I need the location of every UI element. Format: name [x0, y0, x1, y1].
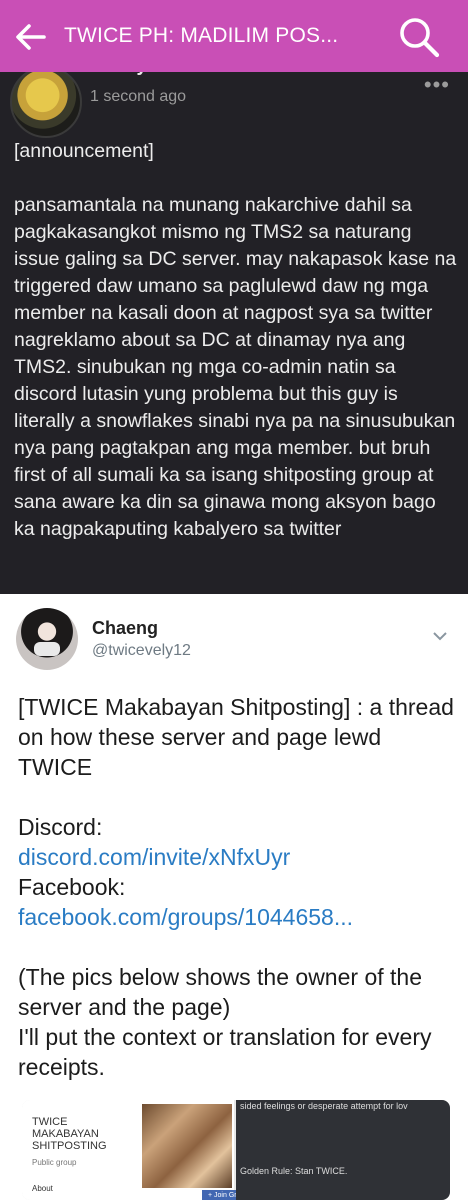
tweet-line: I'll put the context or translation for … [18, 1024, 432, 1080]
tweet-attachments: TWICE MAKABAYAN SHITPOSTING Public group… [22, 1100, 450, 1200]
search-icon[interactable] [398, 16, 440, 58]
post-timestamp: 1 second ago [90, 88, 187, 105]
avatar[interactable] [10, 66, 82, 138]
facebook-group-card: TWICE MAKABAYAN SHITPOSTING Public group… [22, 1100, 248, 1200]
discord-rule: Golden Rule: Stan TWICE. [240, 1166, 348, 1176]
discord-screenshot: sided feelings or desperate attempt for … [236, 1100, 450, 1200]
fb-group-type: Public group [32, 1158, 77, 1167]
discord-link: discord.com/invite/xNfxUyr [18, 844, 291, 870]
facebook-label: Facebook: [18, 874, 126, 900]
post: Ridley Leo 1 second ago ••• [announcemen… [0, 64, 468, 594]
tweet-text: [TWICE Makabayan Shitposting] : a thread… [18, 692, 458, 1082]
arrow-left-icon[interactable] [14, 22, 46, 52]
post-body: [announcement] pansamantala na munang na… [14, 140, 457, 540]
page-title: TWICE PH: MADILIM POS... [64, 24, 339, 47]
fb-group-title: TWICE MAKABAYAN SHITPOSTING [32, 1116, 107, 1152]
group-cover-image [142, 1104, 232, 1188]
more-options-icon[interactable]: ••• [424, 72, 450, 98]
app-bar: TWICE PH: MADILIM POS... [0, 0, 468, 72]
chevron-down-icon [433, 632, 447, 641]
tweet-author-handle: @twicevely12 [92, 642, 191, 659]
tweet-line: [TWICE Makabayan Shitposting] : a thread… [18, 694, 454, 780]
discord-caption: sided feelings or desperate attempt for … [240, 1101, 408, 1111]
facebook-link: facebook.com/groups/1044658... [18, 904, 354, 930]
tweet-author-name: Chaeng [92, 618, 159, 638]
discord-label: Discord: [18, 814, 103, 840]
tweet-avatar [16, 608, 78, 670]
fb-about: About [32, 1184, 53, 1193]
tweet-line: (The pics below shows the owner of the s… [18, 964, 422, 1020]
